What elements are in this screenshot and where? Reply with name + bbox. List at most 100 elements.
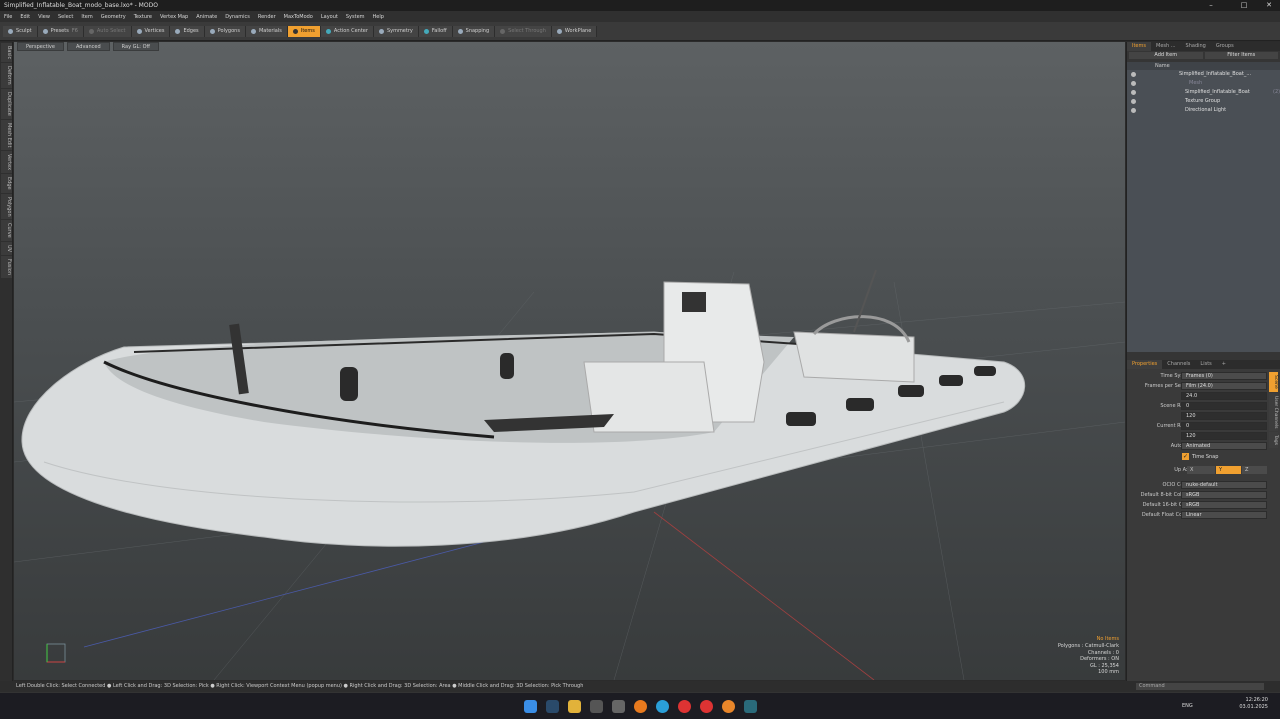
windows-start-icon[interactable] xyxy=(524,700,537,713)
left-tab-deform[interactable]: Deform xyxy=(1,63,12,88)
visibility-eye-icon[interactable] xyxy=(1131,81,1136,86)
menu-layout[interactable]: Layout xyxy=(321,14,338,20)
left-tab-mesh-edit[interactable]: Mesh Edit xyxy=(1,119,12,151)
telegram-icon[interactable] xyxy=(656,700,669,713)
menu-dynamics[interactable]: Dynamics xyxy=(225,14,250,20)
add-tab-button[interactable]: + xyxy=(1217,360,1231,369)
color-config-value[interactable]: sRGB xyxy=(1181,501,1267,509)
sculpt-button[interactable]: Sculpt xyxy=(3,25,38,37)
symmetry-button[interactable]: Symmetry xyxy=(373,25,419,37)
filter-items-button[interactable]: Filter Items xyxy=(1204,52,1278,59)
action-center-button[interactable]: Action Center xyxy=(320,25,374,37)
property-value[interactable]: Frames (0) xyxy=(1181,372,1267,380)
menu-item[interactable]: Item xyxy=(81,14,92,20)
menu-animate[interactable]: Animate xyxy=(196,14,217,20)
app-icon[interactable] xyxy=(612,700,625,713)
polygons-button[interactable]: Polygons xyxy=(204,25,246,37)
presets-button[interactable]: Presets F6 xyxy=(37,25,84,37)
left-tab-polygon[interactable]: Polygon xyxy=(1,193,12,220)
blender-icon[interactable] xyxy=(722,700,735,713)
item-row[interactable]: Texture Group xyxy=(1127,97,1280,106)
visibility-eye-icon[interactable] xyxy=(1131,90,1136,95)
properties-tab[interactable]: Lists xyxy=(1195,360,1216,369)
left-tab-curve[interactable]: Curve xyxy=(1,220,12,242)
menu-vertex-map[interactable]: Vertex Map xyxy=(160,14,188,20)
maximize-button[interactable]: □ xyxy=(1233,0,1255,11)
menu-view[interactable]: View xyxy=(38,14,50,20)
property-value[interactable]: Animated xyxy=(1181,442,1267,450)
snapping-button[interactable]: Snapping xyxy=(452,25,496,37)
side-tab-user-channels[interactable]: User Channels xyxy=(1269,392,1278,432)
item-row[interactable]: Simplified_Inflatable_Boat (2) xyxy=(1127,88,1280,97)
property-value[interactable]: 120 xyxy=(1181,432,1267,440)
up-axis-z[interactable]: Z xyxy=(1242,466,1267,474)
left-tab-vertex[interactable]: Vertex xyxy=(1,151,12,174)
view-type-menu[interactable]: Perspective xyxy=(17,42,64,51)
visibility-eye-icon[interactable] xyxy=(1131,99,1136,104)
modo-icon[interactable] xyxy=(744,700,757,713)
yandex-browser-icon[interactable] xyxy=(700,700,713,713)
items-tab[interactable]: Shading xyxy=(1181,42,1211,51)
items-tab[interactable]: Items xyxy=(1127,42,1151,51)
menu-file[interactable]: File xyxy=(4,14,12,20)
menu-select[interactable]: Select xyxy=(58,14,73,20)
menu-texture[interactable]: Texture xyxy=(134,14,152,20)
time-snap-checkbox[interactable]: ✓ xyxy=(1182,453,1189,460)
menu-geometry[interactable]: Geometry xyxy=(101,14,126,20)
firefox-icon[interactable] xyxy=(634,700,647,713)
side-tab-scene[interactable]: Scene xyxy=(1269,372,1278,392)
color-config-value[interactable]: nuke-default xyxy=(1181,481,1267,489)
menu-maxtomodo[interactable]: MaxToModo xyxy=(284,14,313,20)
edges-button[interactable]: Edges xyxy=(170,25,205,37)
menu-help[interactable]: Help xyxy=(373,14,384,20)
menu-system[interactable]: System xyxy=(346,14,365,20)
items-button[interactable]: Items xyxy=(287,25,321,37)
visibility-eye-icon[interactable] xyxy=(1131,72,1136,77)
3d-viewport[interactable]: No Items Polygons : Catmull-Clark Channels… xyxy=(14,42,1125,680)
color-config-value[interactable]: sRGB xyxy=(1181,491,1267,499)
visibility-eye-icon[interactable] xyxy=(1131,108,1136,113)
left-tab-basic[interactable]: Basic xyxy=(1,43,12,63)
auto-select-button[interactable]: Auto Select xyxy=(83,25,132,37)
properties-tab[interactable]: Properties xyxy=(1127,360,1163,369)
materials-button[interactable]: Materials xyxy=(245,25,288,37)
menu-render[interactable]: Render xyxy=(258,14,276,20)
left-tab-duplicate[interactable]: Duplicate xyxy=(1,88,12,119)
language-indicator[interactable]: ENG xyxy=(1182,703,1193,709)
color-config-rows: OCIO Config nuke-default Default 8-bit Col… xyxy=(1127,480,1280,520)
clock[interactable]: 12:26:20 03.01.2025 xyxy=(1239,697,1268,711)
color-config-value[interactable]: Linear xyxy=(1181,511,1267,519)
close-button[interactable]: ✕ xyxy=(1258,0,1280,11)
falloff-button[interactable]: Falloff xyxy=(418,25,453,37)
property-value[interactable]: 24.0 xyxy=(1181,392,1267,400)
select-through-button[interactable]: Select Through xyxy=(495,25,552,37)
up-axis-y[interactable]: Y xyxy=(1216,466,1241,474)
items-tab[interactable]: Mesh ... xyxy=(1151,42,1181,51)
left-tab-edge[interactable]: Edge xyxy=(1,174,12,193)
property-value[interactable]: 120 xyxy=(1181,412,1267,420)
side-tab-tags[interactable]: Tags xyxy=(1269,432,1278,449)
up-axis-x[interactable]: X xyxy=(1187,466,1215,474)
left-tab-uv[interactable]: UV xyxy=(1,242,12,256)
raygl-toggle[interactable]: Ray GL: Off xyxy=(112,42,159,51)
left-tab-fusion[interactable]: Fusion xyxy=(1,256,12,279)
file-explorer-icon[interactable] xyxy=(568,700,581,713)
shading-menu[interactable]: Advanced xyxy=(66,42,110,51)
property-value[interactable]: 0 xyxy=(1181,402,1267,410)
yandex-icon[interactable] xyxy=(678,700,691,713)
property-value[interactable]: Film (24.0) xyxy=(1181,382,1267,390)
minimize-button[interactable]: – xyxy=(1200,0,1222,11)
steam-icon[interactable] xyxy=(546,700,559,713)
workplane-button[interactable]: WorkPlane xyxy=(551,25,598,37)
command-input[interactable]: Command xyxy=(1136,683,1264,690)
menu-edit[interactable]: Edit xyxy=(20,14,30,20)
items-tab[interactable]: Groups xyxy=(1211,42,1239,51)
vertices-button[interactable]: Vertices xyxy=(131,25,171,37)
add-item-button[interactable]: Add Item xyxy=(1129,52,1203,59)
item-row[interactable]: Mesh xyxy=(1127,79,1280,88)
property-value[interactable]: 0 xyxy=(1181,422,1267,430)
properties-tab[interactable]: Channels xyxy=(1162,360,1195,369)
unreal-icon[interactable] xyxy=(590,700,603,713)
item-row[interactable]: Simplified_Inflatable_Boat_... xyxy=(1127,70,1280,79)
item-row[interactable]: Directional Light xyxy=(1127,106,1280,115)
